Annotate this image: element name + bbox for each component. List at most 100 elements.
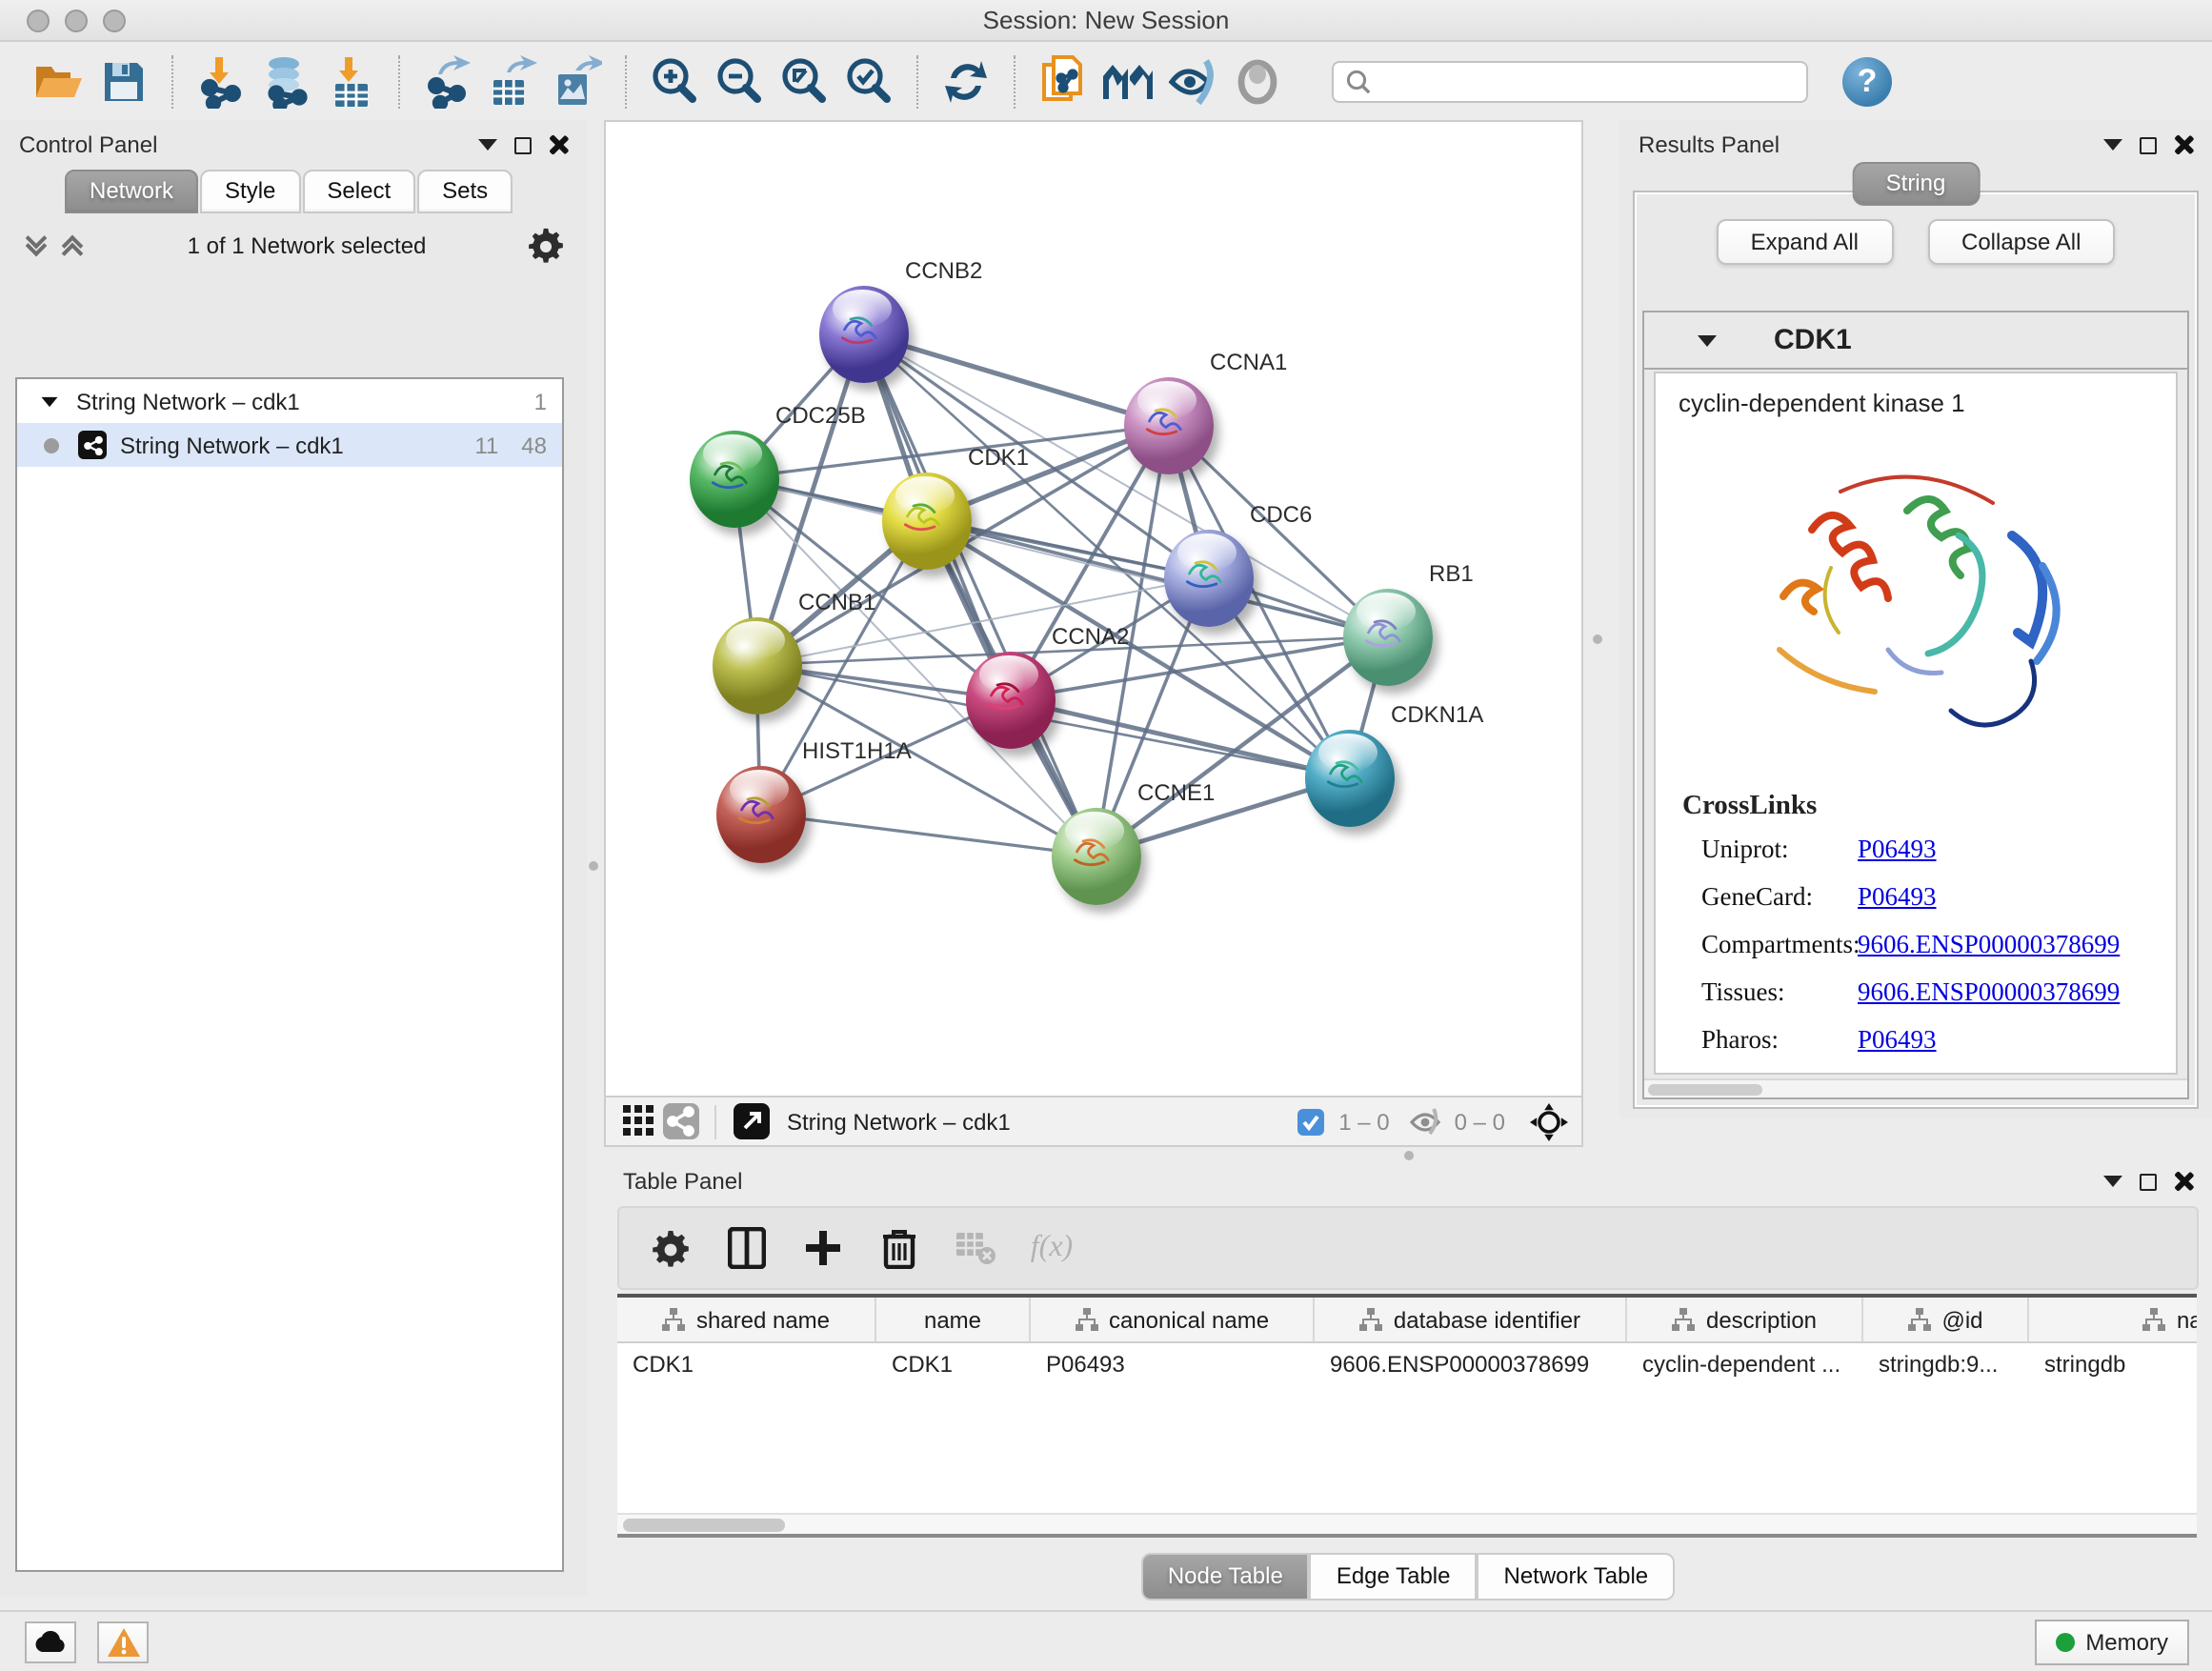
export-image-button[interactable] bbox=[545, 51, 610, 112]
collapse-section-icon[interactable] bbox=[1698, 334, 1717, 346]
zoom-selected-button[interactable] bbox=[836, 51, 901, 112]
zoom-in-button[interactable] bbox=[642, 51, 707, 112]
zoom-out-button[interactable] bbox=[707, 51, 772, 112]
search-box[interactable] bbox=[1332, 61, 1808, 103]
import-table-button[interactable] bbox=[318, 51, 383, 112]
panel-menu-icon[interactable] bbox=[478, 139, 497, 151]
node-label-rb1[interactable]: RB1 bbox=[1429, 560, 1474, 587]
column-header-at-id[interactable]: @id bbox=[1863, 1298, 2029, 1341]
memory-button[interactable]: Memory bbox=[2034, 1620, 2189, 1665]
column-header-shared-name[interactable]: shared name bbox=[617, 1298, 876, 1341]
network-node-ccne1[interactable] bbox=[1051, 807, 1140, 904]
tab-style[interactable]: Style bbox=[200, 170, 300, 213]
network-edge-ccna2-cdkn1a[interactable] bbox=[1010, 699, 1349, 777]
node-label-cdkn1a[interactable]: CDKN1A bbox=[1391, 701, 1483, 728]
warnings-button[interactable] bbox=[97, 1621, 149, 1663]
close-panel-icon[interactable] bbox=[549, 135, 568, 154]
export-table-button[interactable] bbox=[480, 51, 545, 112]
gear-icon[interactable] bbox=[528, 227, 564, 263]
collapse-all-button[interactable]: Collapse All bbox=[1927, 219, 2115, 265]
birdseye-toggle-button[interactable] bbox=[1528, 1102, 1570, 1140]
network-edge-ccnb2-ccne1[interactable] bbox=[863, 333, 1096, 856]
node-label-ccna1[interactable]: CCNA1 bbox=[1210, 349, 1287, 375]
hide-graphics-details-button[interactable] bbox=[1160, 51, 1225, 112]
network-node-hist1h1a[interactable] bbox=[715, 765, 805, 862]
column-header-database-identifier[interactable]: database identifier bbox=[1315, 1298, 1627, 1341]
tab-network[interactable]: Network bbox=[65, 170, 198, 213]
node-label-ccna2[interactable]: CCNA2 bbox=[1052, 623, 1129, 650]
function-builder-button-disabled[interactable]: f(x) bbox=[1027, 1223, 1076, 1273]
tree-expand-icon[interactable] bbox=[42, 396, 58, 406]
node-label-ccne1[interactable]: CCNE1 bbox=[1137, 779, 1215, 806]
network-node-cdc6[interactable] bbox=[1163, 529, 1253, 626]
cell-database-identifier[interactable]: 9606.ENSP00000378699 bbox=[1315, 1343, 1627, 1389]
results-horizontal-scrollbar[interactable] bbox=[1644, 1078, 2187, 1097]
apply-preferred-layout-button[interactable] bbox=[934, 51, 998, 112]
tab-node-table[interactable]: Node Table bbox=[1141, 1553, 1310, 1601]
close-panel-icon[interactable] bbox=[2174, 135, 2193, 154]
network-edge-ccnb2-ccna1[interactable] bbox=[863, 333, 1168, 425]
open-view-button[interactable] bbox=[730, 1102, 772, 1140]
help-button[interactable]: ? bbox=[1842, 57, 1892, 107]
delete-column-button[interactable] bbox=[875, 1223, 924, 1273]
bottom-splitter-handle[interactable] bbox=[1404, 1151, 1414, 1160]
panel-menu-icon[interactable] bbox=[2103, 139, 2122, 151]
tab-edge-table[interactable]: Edge Table bbox=[1310, 1553, 1478, 1601]
node-label-cdc25b[interactable]: CDC25B bbox=[775, 402, 866, 429]
zoom-fit-button[interactable] bbox=[772, 51, 836, 112]
node-label-ccnb2[interactable]: CCNB2 bbox=[905, 257, 982, 284]
crosslink-link[interactable]: 9606.ENSP00000378699 bbox=[1858, 977, 2120, 1008]
tab-network-table[interactable]: Network Table bbox=[1478, 1553, 1676, 1601]
left-splitter-handle[interactable] bbox=[589, 861, 598, 871]
float-panel-icon[interactable] bbox=[2140, 1173, 2157, 1190]
column-header-canonical-name[interactable]: canonical name bbox=[1031, 1298, 1315, 1341]
export-network-button[interactable] bbox=[415, 51, 480, 112]
column-header-description[interactable]: description bbox=[1627, 1298, 1863, 1341]
crosslink-link[interactable]: P06493 bbox=[1858, 835, 1937, 865]
import-network-file-button[interactable] bbox=[189, 51, 253, 112]
delete-table-button-disabled[interactable] bbox=[951, 1223, 1000, 1273]
network-documents-button[interactable] bbox=[1031, 51, 1096, 112]
column-header-namespace[interactable]: namespace bbox=[2029, 1298, 2197, 1341]
cell-at-id[interactable]: stringdb:9... bbox=[1863, 1343, 2029, 1389]
close-panel-icon[interactable] bbox=[2174, 1172, 2193, 1191]
network-node-ccna2[interactable] bbox=[965, 651, 1055, 748]
table-horizontal-scrollbar[interactable] bbox=[617, 1513, 2197, 1534]
float-panel-icon[interactable] bbox=[514, 136, 532, 153]
grid-view-button[interactable] bbox=[617, 1102, 659, 1140]
table-settings-button[interactable] bbox=[646, 1223, 695, 1273]
cell-canonical-name[interactable]: P06493 bbox=[1031, 1343, 1315, 1389]
network-edge-hist1h1a-ccne1[interactable] bbox=[760, 814, 1096, 856]
save-session-button[interactable] bbox=[91, 51, 156, 112]
cell-name[interactable]: CDK1 bbox=[876, 1343, 1031, 1389]
network-node-cdc25b[interactable] bbox=[689, 430, 778, 527]
create-column-button[interactable] bbox=[798, 1223, 848, 1273]
selected-checkbox-icon[interactable] bbox=[1289, 1102, 1331, 1140]
birds-eye-view-button[interactable] bbox=[1096, 51, 1160, 112]
right-splitter-handle[interactable] bbox=[1593, 634, 1602, 644]
panel-menu-icon[interactable] bbox=[2103, 1176, 2122, 1187]
network-node-ccnb2[interactable] bbox=[818, 285, 908, 382]
cell-namespace[interactable]: stringdb bbox=[2029, 1343, 2197, 1389]
table-row[interactable]: CDK1CDK1P064939606.ENSP00000378699cyclin… bbox=[617, 1343, 2197, 1389]
float-panel-icon[interactable] bbox=[2140, 136, 2157, 153]
cell-description[interactable]: cyclin-dependent ... bbox=[1627, 1343, 1863, 1389]
open-session-button[interactable] bbox=[27, 51, 91, 112]
import-network-database-button[interactable] bbox=[253, 51, 318, 112]
collapse-all-networks-icon[interactable] bbox=[63, 233, 86, 256]
cell-shared-name[interactable]: CDK1 bbox=[617, 1343, 876, 1389]
tab-sets[interactable]: Sets bbox=[417, 170, 513, 213]
protein-section-header[interactable]: CDK1 bbox=[1644, 312, 2187, 370]
network-collection-row[interactable]: String Network – cdk1 1 bbox=[17, 379, 562, 423]
network-node-ccnb1[interactable] bbox=[712, 616, 801, 714]
node-label-hist1h1a[interactable]: HIST1H1A bbox=[802, 737, 912, 764]
node-label-cdc6[interactable]: CDC6 bbox=[1250, 501, 1312, 528]
scrollbar-thumb[interactable] bbox=[623, 1519, 785, 1532]
search-input[interactable] bbox=[1372, 69, 1795, 95]
network-node-rb1[interactable] bbox=[1342, 588, 1432, 685]
select-columns-button[interactable] bbox=[722, 1223, 772, 1273]
crosslink-link[interactable]: P06493 bbox=[1858, 1025, 1937, 1056]
node-label-ccnb1[interactable]: CCNB1 bbox=[798, 589, 875, 615]
network-node-cdkn1a[interactable] bbox=[1304, 729, 1394, 826]
crosslink-link[interactable]: P06493 bbox=[1858, 882, 1937, 913]
